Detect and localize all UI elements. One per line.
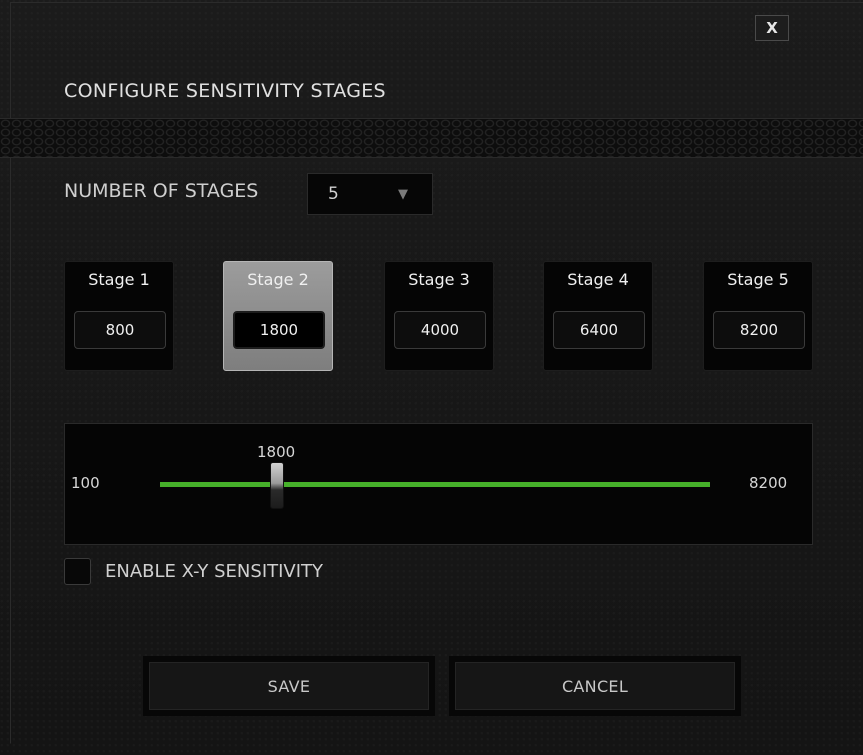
hex-pattern-divider xyxy=(0,118,863,158)
xy-sensitivity-row: ENABLE X-Y SENSITIVITY xyxy=(64,558,323,585)
slider-thumb[interactable] xyxy=(270,462,284,509)
stage-card-3[interactable]: Stage 3 4000 xyxy=(384,261,494,371)
stage-value-input[interactable]: 6400 xyxy=(553,311,645,349)
dialog-frame xyxy=(10,2,863,755)
stage-label: Stage 2 xyxy=(247,270,309,289)
number-of-stages-label: NUMBER OF STAGES xyxy=(64,180,259,202)
triangle-down-icon: ▼ xyxy=(398,186,408,202)
stage-label: Stage 5 xyxy=(727,270,789,289)
stage-card-4[interactable]: Stage 4 6400 xyxy=(543,261,653,371)
save-button[interactable]: SAVE xyxy=(149,662,429,710)
stage-value-input[interactable]: 4000 xyxy=(394,311,486,349)
xy-sensitivity-checkbox[interactable] xyxy=(64,558,91,585)
stage-card-2[interactable]: Stage 2 1800 xyxy=(223,261,333,371)
number-of-stages-value: 5 xyxy=(328,184,339,204)
number-of-stages-dropdown[interactable]: 5 ▼ xyxy=(307,173,433,215)
stage-value-input[interactable]: 8200 xyxy=(713,311,805,349)
cancel-button-frame: CANCEL xyxy=(449,656,741,716)
close-icon: X xyxy=(766,19,778,37)
stage-label: Stage 1 xyxy=(88,270,150,289)
slider-max-label: 8200 xyxy=(749,474,788,492)
dialog-title: CONFIGURE SENSITIVITY STAGES xyxy=(64,80,386,102)
close-button[interactable]: X xyxy=(755,15,789,41)
stage-label: Stage 4 xyxy=(567,270,629,289)
save-button-frame: SAVE xyxy=(143,656,435,716)
xy-sensitivity-label[interactable]: ENABLE X-Y SENSITIVITY xyxy=(105,561,323,582)
slider-min-label: 100 xyxy=(71,474,100,492)
stage-value-input[interactable]: 800 xyxy=(74,311,166,349)
stage-card-1[interactable]: Stage 1 800 xyxy=(64,261,174,371)
stage-label: Stage 3 xyxy=(408,270,470,289)
stage-card-5[interactable]: Stage 5 8200 xyxy=(703,261,813,371)
sensitivity-slider-panel: 100 1800 8200 xyxy=(64,423,813,545)
sensitivity-dialog: X CONFIGURE SENSITIVITY STAGES NUMBER OF… xyxy=(0,0,863,755)
slider-current-value: 1800 xyxy=(257,443,296,461)
cancel-button[interactable]: CANCEL xyxy=(455,662,735,710)
slider-track[interactable] xyxy=(160,482,710,487)
stage-value-input[interactable]: 1800 xyxy=(233,311,325,349)
